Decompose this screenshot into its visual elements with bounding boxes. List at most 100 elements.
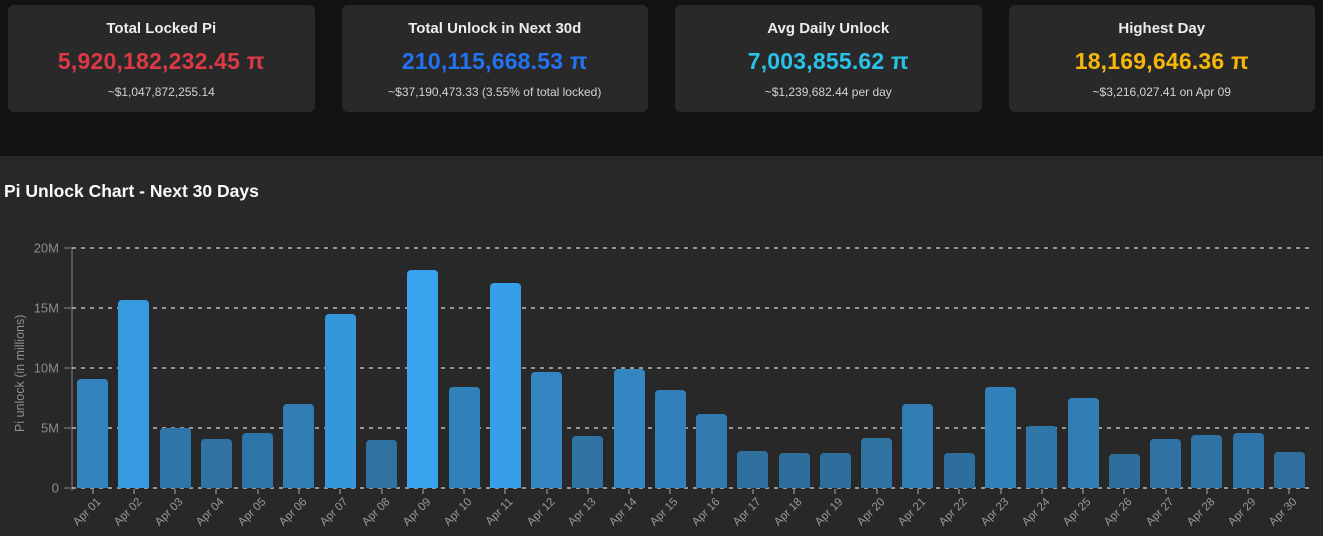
x-axis-label: Apr 26 [1087, 496, 1135, 536]
chart-bar-apr-20[interactable] [861, 438, 892, 488]
gridline [72, 247, 1310, 249]
chart-bar-apr-29[interactable] [1233, 433, 1264, 488]
chart-bar-apr-04[interactable] [201, 439, 232, 488]
card-title: Total Locked Pi [106, 20, 216, 37]
x-tick-mark [876, 489, 878, 494]
x-tick-mark [1288, 489, 1290, 494]
x-axis-label: Apr 04 [179, 496, 227, 536]
card-subtitle: ~$3,216,027.41 on Apr 09 [1093, 85, 1231, 99]
chart-bar-apr-05[interactable] [242, 433, 273, 488]
x-axis-label: Apr 29 [1210, 496, 1258, 536]
gridline [72, 427, 1310, 429]
x-axis-label: Apr 08 [344, 496, 392, 536]
x-axis-label: Apr 25 [1045, 496, 1093, 536]
x-axis-label: Apr 24 [1004, 496, 1052, 536]
chart-bar-apr-03[interactable] [160, 428, 191, 488]
chart-bar-apr-12[interactable] [531, 372, 562, 488]
stats-cards-row: Total Locked Pi 5,920,182,232.45 π ~$1,0… [8, 5, 1315, 112]
x-axis-label: Apr 07 [303, 496, 351, 536]
card-value: 18,169,646.36 π [1075, 48, 1249, 75]
card-total-unlock-30d: Total Unlock in Next 30d 210,115,668.53 … [342, 5, 649, 112]
chart-bar-apr-27[interactable] [1150, 439, 1181, 488]
x-tick-mark [1206, 489, 1208, 494]
card-value: 7,003,855.62 π [748, 48, 909, 75]
x-axis-label: Apr 05 [220, 496, 268, 536]
x-axis-label: Apr 01 [55, 496, 103, 536]
x-tick-mark [546, 489, 548, 494]
card-subtitle: ~$1,047,872,255.14 [108, 85, 215, 99]
x-axis-label: Apr 02 [96, 496, 144, 536]
x-axis-label: Apr 20 [839, 496, 887, 536]
chart-bar-apr-06[interactable] [283, 404, 314, 488]
plot-area: 20M15M10M5M0Apr 01Apr 02Apr 03Apr 04Apr … [72, 248, 1310, 488]
card-avg-daily-unlock: Avg Daily Unlock 7,003,855.62 π ~$1,239,… [675, 5, 982, 112]
chart-bar-apr-02[interactable] [118, 300, 149, 488]
card-title: Highest Day [1118, 20, 1205, 37]
x-axis-label: Apr 23 [963, 496, 1011, 536]
chart-bar-apr-22[interactable] [944, 453, 975, 488]
x-tick-mark [834, 489, 836, 494]
chart-bar-apr-26[interactable] [1109, 454, 1140, 488]
x-tick-mark [422, 489, 424, 494]
card-value: 210,115,668.53 π [402, 48, 588, 75]
x-tick-mark [669, 489, 671, 494]
chart-bar-apr-01[interactable] [77, 379, 108, 488]
x-tick-mark [628, 489, 630, 494]
chart-bar-apr-25[interactable] [1068, 398, 1099, 488]
chart-bar-apr-13[interactable] [572, 436, 603, 488]
y-tick-label: 0 [52, 481, 59, 496]
chart-bar-apr-24[interactable] [1026, 426, 1057, 488]
x-tick-mark [298, 489, 300, 494]
x-axis-label: Apr 13 [550, 496, 598, 536]
card-highest-day: Highest Day 18,169,646.36 π ~$3,216,027.… [1009, 5, 1316, 112]
x-tick-mark [752, 489, 754, 494]
x-tick-mark [504, 489, 506, 494]
y-axis-line [71, 248, 73, 491]
y-tick-label: 5M [41, 421, 59, 436]
x-tick-mark [1041, 489, 1043, 494]
x-axis-label: Apr 06 [261, 496, 309, 536]
chart-bar-apr-23[interactable] [985, 387, 1016, 488]
chart-title: Pi Unlock Chart - Next 30 Days [4, 181, 259, 202]
card-title: Avg Daily Unlock [767, 20, 889, 37]
chart-bar-apr-19[interactable] [820, 453, 851, 488]
x-tick-mark [257, 489, 259, 494]
card-subtitle: ~$1,239,682.44 per day [765, 85, 892, 99]
x-tick-mark [1123, 489, 1125, 494]
x-axis-label: Apr 11 [468, 496, 516, 536]
chart-bar-apr-08[interactable] [366, 440, 397, 488]
chart-bar-apr-14[interactable] [614, 369, 645, 488]
x-axis-label: Apr 09 [385, 496, 433, 536]
y-tick-label: 15M [34, 301, 59, 316]
x-tick-mark [1247, 489, 1249, 494]
x-tick-mark [587, 489, 589, 494]
chart-bar-apr-15[interactable] [655, 390, 686, 488]
x-axis-label: Apr 17 [715, 496, 763, 536]
y-tick-mark [64, 247, 72, 249]
chart-bar-apr-18[interactable] [779, 453, 810, 488]
chart-bar-apr-10[interactable] [449, 387, 480, 488]
y-axis-title: Pi unlock (in millions) [13, 315, 27, 432]
x-tick-mark [133, 489, 135, 494]
x-tick-mark [92, 489, 94, 494]
x-tick-mark [793, 489, 795, 494]
x-axis-label: Apr 10 [426, 496, 474, 536]
chart-bar-apr-28[interactable] [1191, 435, 1222, 488]
x-axis-label: Apr 03 [138, 496, 186, 536]
x-tick-mark [917, 489, 919, 494]
y-tick-label: 10M [34, 361, 59, 376]
x-tick-mark [381, 489, 383, 494]
x-axis-label: Apr 21 [880, 496, 928, 536]
x-tick-mark [711, 489, 713, 494]
chart-bar-apr-11[interactable] [490, 283, 521, 488]
chart-bar-apr-30[interactable] [1274, 452, 1305, 488]
y-tick-label: 20M [34, 241, 59, 256]
gridline [72, 367, 1310, 369]
chart-bar-apr-07[interactable] [325, 314, 356, 488]
chart-bar-apr-16[interactable] [696, 414, 727, 488]
chart-bar-apr-17[interactable] [737, 451, 768, 488]
x-axis-label: Apr 22 [922, 496, 970, 536]
chart-bar-apr-21[interactable] [902, 404, 933, 488]
x-axis-label: Apr 15 [633, 496, 681, 536]
chart-bar-apr-09[interactable] [407, 270, 438, 488]
